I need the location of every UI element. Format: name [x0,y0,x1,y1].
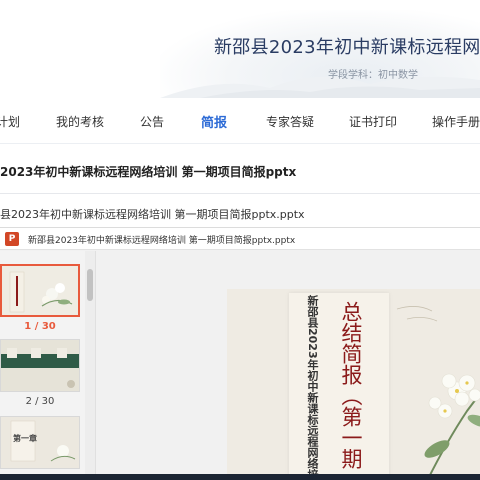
slide-thumbnail[interactable] [0,264,80,317]
article-title: 2023年初中新课标远程网络培训 第一期项目简报pptx [0,165,297,179]
ppt-viewer: P 新邵县2023年初中新课标远程网络培训 第一期项目简报pptx.pptx 1… [0,227,480,480]
chapter-label: 第一章 [13,434,37,443]
slide-thumbnail[interactable]: 第一章 [0,416,80,469]
nav-manual[interactable]: 操作手册 [432,113,480,130]
nav-certificate-print[interactable]: 证书打印 [349,113,397,130]
current-slide: 新邵县2023年初中新课标远程网络培训 总结简报（第一期 [227,289,480,480]
slide-thumbnail[interactable] [0,339,80,392]
site-title: 新邵县2023年初中新课标远程网络 [214,37,480,58]
subject-label: 学段学科：初中数学 [328,70,418,81]
slide-subtitle-vertical: 新邵县2023年初中新课标远程网络培训 [306,295,319,480]
nav-my-assessment[interactable]: 我的考核 [56,113,104,130]
slide-title-vertical: 总结简报（第一期 [339,301,363,469]
flower-illustration [424,373,480,480]
attachment-link[interactable]: 县2023年初中新课标远程网络培训 第一期项目简报pptx.pptx [0,206,305,222]
slide-number-1: 1 / 30 [24,321,56,332]
thumbnail-panel: 1 / 30 2 / 30 第一章 [0,251,96,480]
scrollbar-thumb[interactable] [87,269,93,301]
nav-announcement[interactable]: 公告 [140,113,164,130]
taskbar-strip [0,474,480,480]
divider [0,193,480,194]
nav-expert-qa[interactable]: 专家答疑 [266,113,314,130]
slide-number-2: 2 / 30 [25,396,55,407]
content-area: 2023年初中新课标远程网络培训 第一期项目简报pptx 县2023年初中新课标… [0,145,480,480]
powerpoint-icon: P [5,232,19,246]
main-nav: 计划 我的考核 公告 简报 专家答疑 证书打印 操作手册 [0,98,480,144]
slide-2-preview [1,348,79,388]
nav-briefing[interactable]: 简报 [201,112,227,131]
header-banner: 新邵县2023年初中新课标远程网络 学段学科：初中数学 [0,0,480,98]
slide-1-preview [9,271,73,313]
viewer-file-name: 新邵县2023年初中新课标远程网络培训 第一期项目简报pptx.pptx [28,236,296,246]
page: 新邵县2023年初中新课标远程网络 学段学科：初中数学 计划 我的考核 公告 简… [0,0,480,480]
nav-plan[interactable]: 计划 [0,113,20,130]
slide-stage: 新邵县2023年初中新课标远程网络培训 总结简报（第一期 [97,251,480,480]
viewer-toolbar: P 新邵县2023年初中新课标远程网络培训 第一期项目简报pptx.pptx [0,228,480,250]
